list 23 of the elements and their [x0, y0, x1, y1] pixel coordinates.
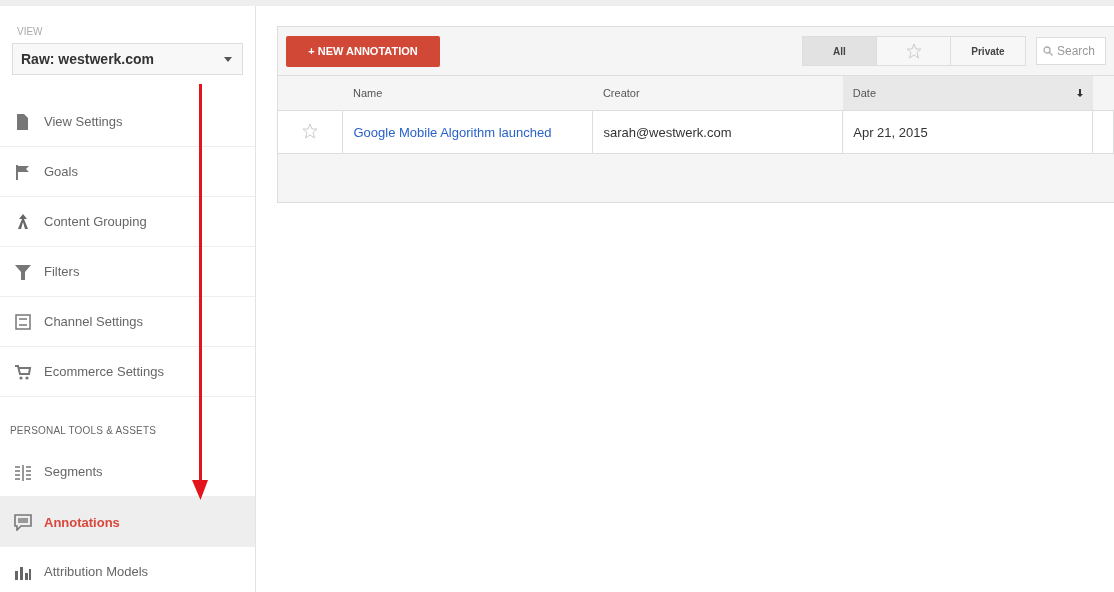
sidebar-item-icon — [14, 513, 32, 531]
view-label: VIEW — [17, 26, 44, 37]
search-icon — [1043, 46, 1053, 56]
sidebar-item[interactable]: Annotations — [0, 497, 255, 547]
star-toggle[interactable] — [302, 122, 319, 139]
column-header[interactable]: Creator — [602, 87, 640, 99]
table-cell: Apr 21, 2015 — [842, 110, 1093, 154]
column-header[interactable]: Name — [352, 87, 383, 99]
sidebar-item[interactable]: Attribution Models — [0, 547, 255, 592]
star-icon — [905, 43, 922, 59]
table-cell: sarah@westwerk.com — [592, 110, 843, 154]
sidebar-item-icon — [14, 362, 32, 381]
view-dropdown[interactable]: Raw: westwerk.com — [12, 43, 243, 75]
column-header[interactable]: Date — [852, 87, 876, 99]
sidebar-item-icon — [14, 462, 32, 481]
sidebar-item-icon — [14, 312, 32, 331]
sidebar-item-icon — [14, 262, 32, 281]
filter-tab[interactable]: All — [803, 37, 877, 65]
new-annotation-button[interactable]: + NEW ANNOTATION — [286, 35, 440, 67]
section-heading: PERSONAL TOOLS & ASSETS — [9, 424, 158, 438]
search-field[interactable]: Search — [1036, 37, 1106, 65]
sidebar-item-icon — [14, 162, 32, 181]
caret-icon — [224, 56, 232, 62]
